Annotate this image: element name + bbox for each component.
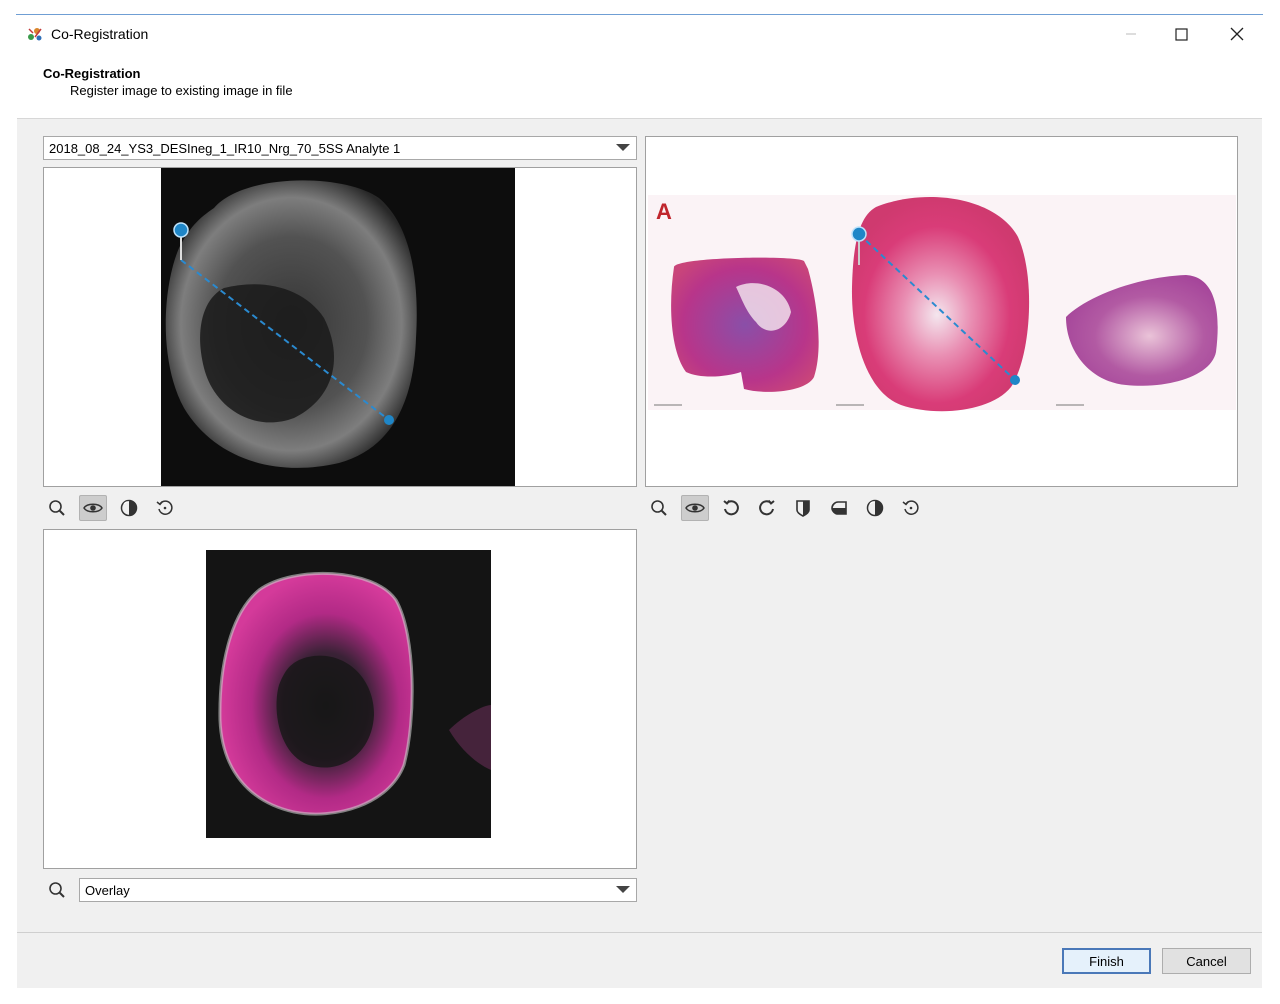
source-image-canvas[interactable] — [44, 168, 636, 486]
registration-pin[interactable] — [173, 222, 189, 238]
source-image-panel[interactable] — [43, 167, 637, 487]
minimize-icon — [1126, 33, 1136, 35]
target-image-panel[interactable]: A — [645, 136, 1238, 487]
image-select-value: 2018_08_24_YS3_DESIneg_1_IR10_Nrg_70_5SS… — [49, 141, 401, 156]
reset-button[interactable] — [897, 495, 925, 521]
chevron-down-icon — [616, 886, 630, 893]
zoom-icon — [651, 500, 667, 516]
minimize-button[interactable] — [1108, 16, 1154, 52]
header-title: Co-Registration — [43, 66, 141, 81]
zoom-button[interactable] — [43, 877, 71, 903]
flip-vertical-button[interactable] — [789, 495, 817, 521]
contrast-icon — [866, 499, 884, 517]
reset-button[interactable] — [151, 495, 179, 521]
registration-pin[interactable] — [851, 226, 867, 242]
reset-icon — [156, 500, 173, 515]
maximize-button[interactable] — [1158, 16, 1204, 52]
overlay-mode-value: Overlay — [85, 883, 130, 898]
header-subtitle: Register image to existing image in file — [70, 83, 293, 98]
tissue-section-middle — [851, 197, 1030, 412]
rotate-left-button[interactable] — [717, 495, 745, 521]
chevron-down-icon — [616, 144, 630, 151]
rotate-right-icon — [759, 499, 775, 516]
visibility-toggle-button[interactable] — [681, 495, 709, 521]
target-image-canvas[interactable]: A — [646, 137, 1237, 486]
flip-horizontal-button[interactable] — [825, 495, 853, 521]
zoom-button[interactable] — [645, 495, 673, 521]
window-top-border — [16, 14, 1263, 15]
tissue-section-left — [671, 257, 819, 392]
registration-point[interactable] — [384, 415, 394, 425]
close-icon — [1230, 27, 1244, 41]
footer-separator — [17, 932, 1262, 933]
image-select-dropdown[interactable]: 2018_08_24_YS3_DESIneg_1_IR10_Nrg_70_5SS… — [43, 136, 637, 160]
finish-button[interactable]: Finish — [1062, 948, 1151, 974]
contrast-icon — [120, 499, 138, 517]
zoom-button[interactable] — [43, 495, 71, 521]
flip-vertical-icon — [796, 500, 810, 517]
overlay-preview-panel[interactable] — [43, 529, 637, 869]
eye-icon — [83, 503, 103, 513]
wizard-header: Co-Registration Register image to existi… — [17, 52, 1262, 119]
panel-label: A — [656, 199, 672, 224]
rotate-right-button[interactable] — [753, 495, 781, 521]
visibility-toggle-button[interactable] — [79, 495, 107, 521]
rotate-left-icon — [723, 499, 739, 516]
zoom-icon — [49, 882, 65, 898]
overlay-mode-dropdown[interactable]: Overlay — [79, 878, 637, 902]
source-image-toolbar — [43, 495, 187, 521]
cancel-button[interactable]: Cancel — [1162, 948, 1251, 974]
close-button[interactable] — [1214, 16, 1260, 52]
title-bar[interactable]: Co-Registration — [17, 16, 1262, 52]
registration-point[interactable] — [1010, 375, 1020, 385]
target-image-toolbar — [645, 495, 933, 521]
app-logo-icon — [28, 28, 42, 41]
overlay-toolbar — [43, 877, 77, 903]
eye-icon — [685, 503, 705, 513]
zoom-icon — [49, 500, 65, 516]
co-registration-dialog: Co-Registration Co-Registration Register… — [17, 16, 1262, 988]
window-title: Co-Registration — [51, 26, 149, 42]
overlay-canvas[interactable] — [44, 530, 636, 868]
contrast-button[interactable] — [115, 495, 143, 521]
contrast-button[interactable] — [861, 495, 889, 521]
reset-icon — [902, 500, 919, 515]
maximize-icon — [1174, 27, 1188, 41]
flip-horizontal-icon — [831, 501, 847, 515]
